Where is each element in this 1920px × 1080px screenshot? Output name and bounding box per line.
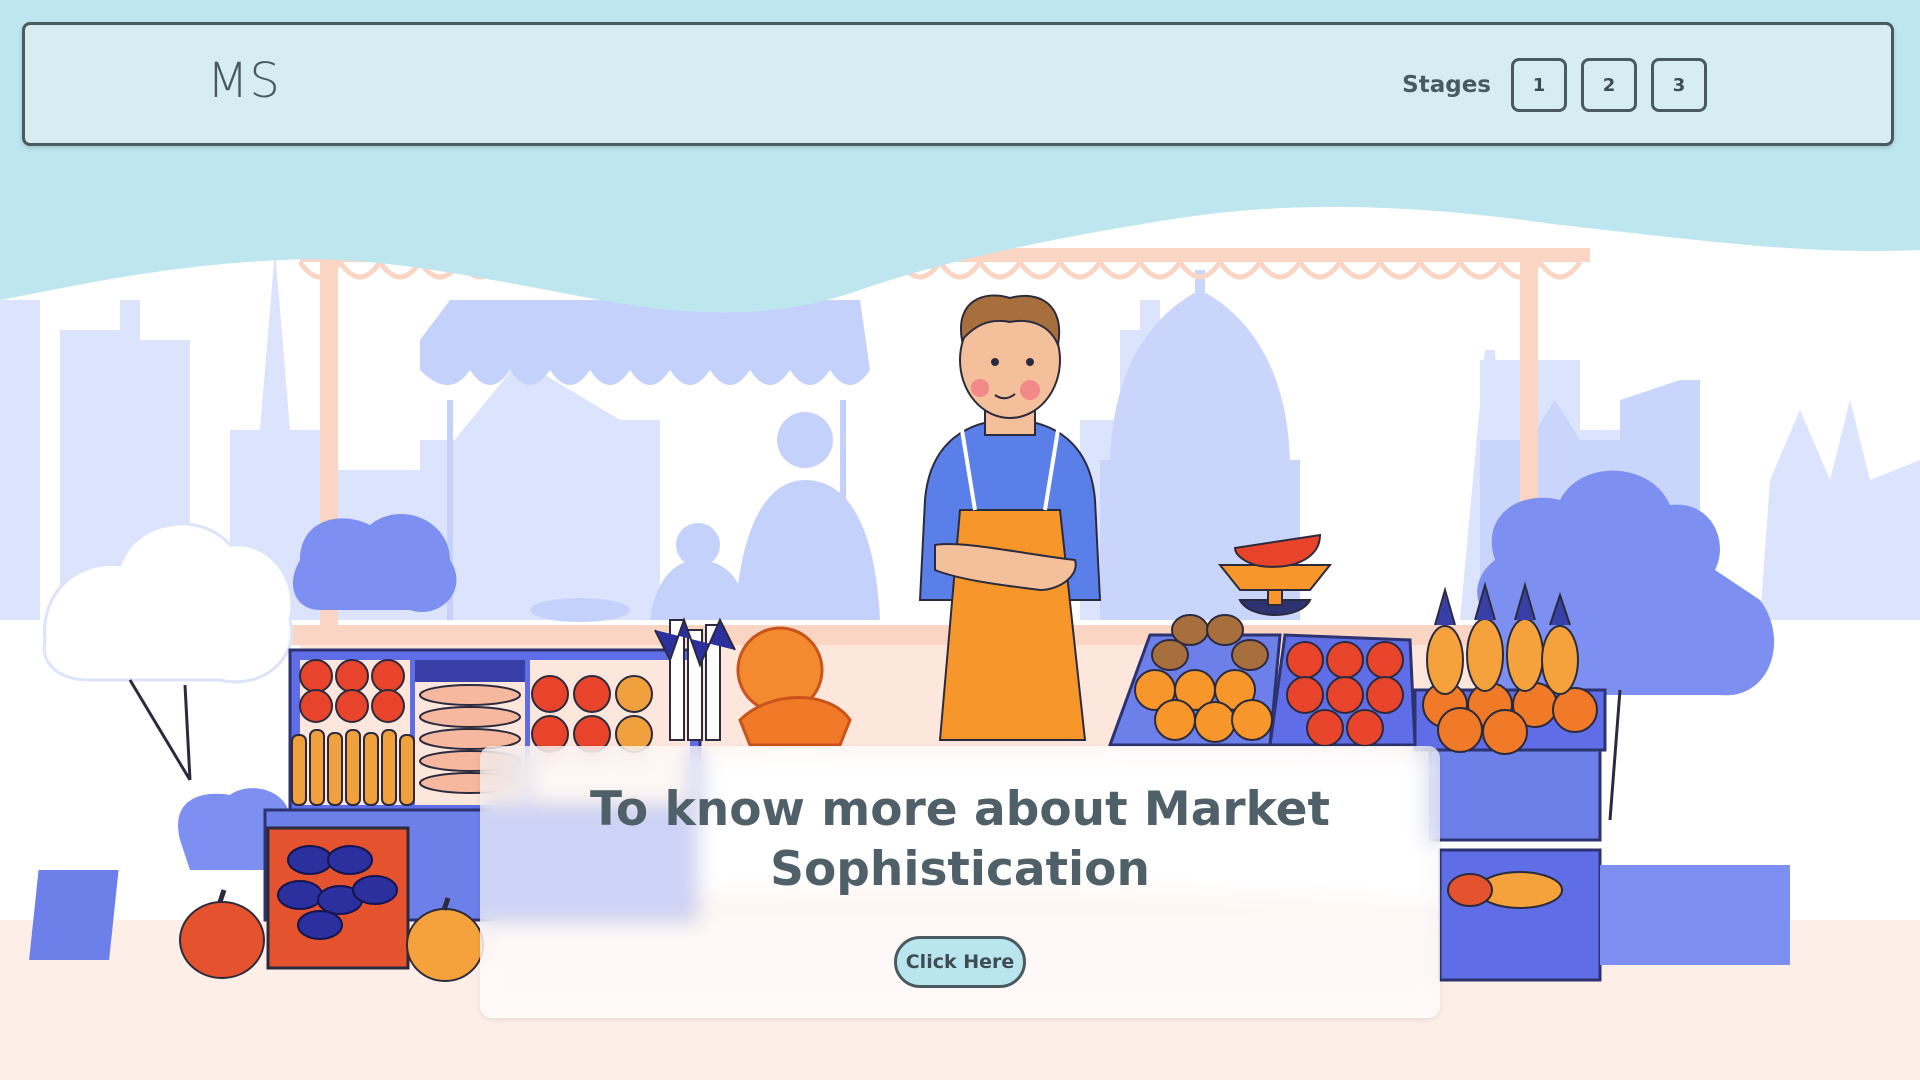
click-here-button[interactable]: Click Here: [894, 936, 1026, 988]
page: MS Stages 1 2 3 To know more about Marke…: [0, 0, 1920, 1080]
hero-title: To know more about Market Sophistication: [590, 782, 1330, 897]
stage-3-button[interactable]: 3: [1651, 58, 1707, 112]
stage-2-button[interactable]: 2: [1581, 58, 1637, 112]
tomatoes-icon: [299, 659, 405, 723]
site-logo[interactable]: MS: [207, 57, 281, 105]
carrots-icon: [291, 729, 415, 806]
top-navbar: MS Stages 1 2 3: [22, 22, 1894, 146]
stage-1-button[interactable]: 1: [1511, 58, 1567, 112]
hero-card: To know more about Market Sophistication…: [480, 746, 1440, 1018]
stages-label: Stages: [1402, 72, 1491, 98]
stage-navigation: Stages 1 2 3: [1402, 58, 1707, 112]
